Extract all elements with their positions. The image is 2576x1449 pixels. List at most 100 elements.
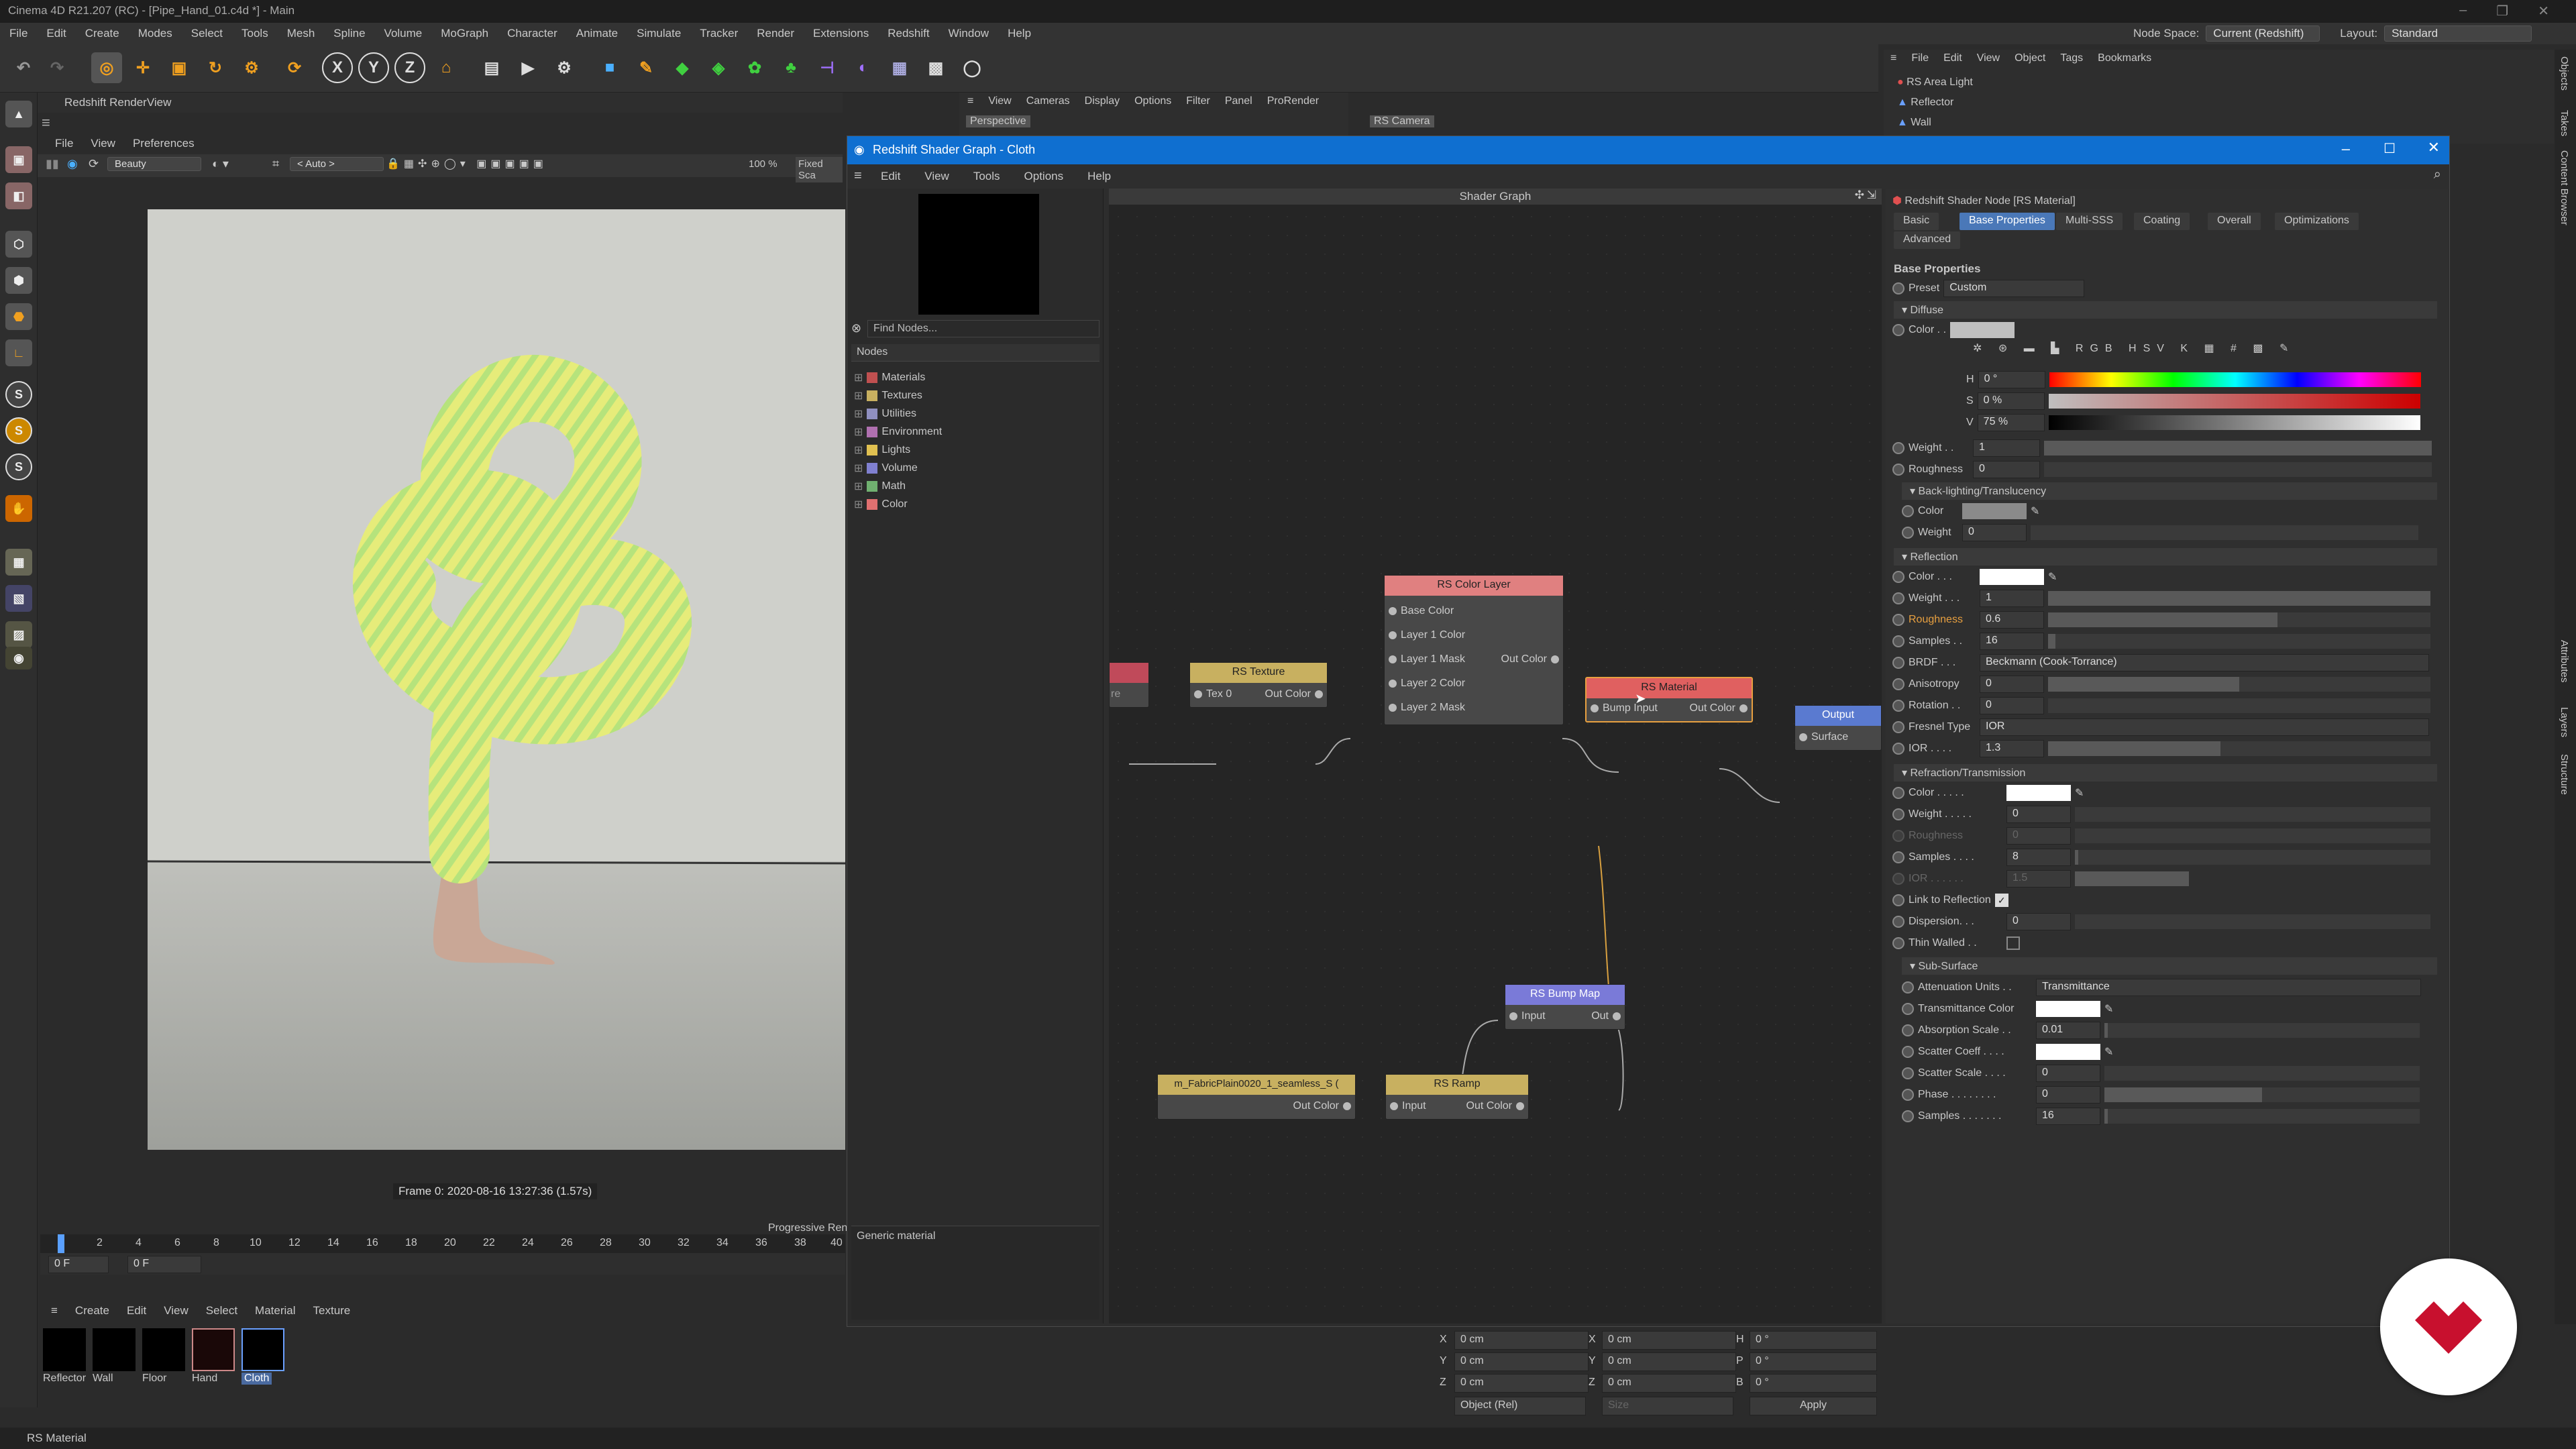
close-icon[interactable]: ✕: [2538, 3, 2549, 23]
position-x-field[interactable]: 0 cm: [1454, 1331, 1589, 1350]
object-row[interactable]: ● RS Area Light: [1897, 76, 1973, 89]
keyframe-icon[interactable]: [1892, 614, 1904, 626]
keyframe-icon[interactable]: [1892, 937, 1904, 949]
hue-slider[interactable]: [2049, 372, 2421, 387]
recent-tools-icon[interactable]: ⚙: [236, 52, 267, 83]
diffuse-roughness-field[interactable]: 0: [1973, 461, 2040, 478]
menu-file[interactable]: File: [0, 27, 37, 40]
obj-menu-tags[interactable]: Tags: [2060, 52, 2083, 64]
mat-menu-select[interactable]: Select: [206, 1304, 237, 1318]
absorption-field[interactable]: 0.01: [2036, 1022, 2100, 1039]
phase-field[interactable]: 0: [2036, 1086, 2100, 1104]
obj-menu-view[interactable]: View: [1977, 52, 2000, 64]
keyframe-icon[interactable]: [1892, 464, 1904, 476]
material-name[interactable]: Hand: [192, 1373, 217, 1385]
node-category-item[interactable]: ⊞ Math: [854, 477, 1095, 495]
cube-icon[interactable]: ■: [594, 52, 625, 83]
undo-icon[interactable]: ↶: [8, 52, 39, 83]
port-out-color[interactable]: Out Color: [1690, 702, 1752, 714]
tab-overall[interactable]: Overall: [2208, 213, 2261, 230]
keyframe-icon[interactable]: [1902, 1110, 1914, 1122]
apply-button[interactable]: Apply: [1750, 1397, 1877, 1415]
keyframe-icon[interactable]: [1892, 635, 1904, 647]
axis-icon[interactable]: ▧: [5, 585, 32, 612]
layer-icon[interactable]: ◉: [5, 647, 32, 669]
node-space-dropdown[interactable]: Current (Redshift): [2206, 25, 2320, 42]
mat-menu-view[interactable]: View: [164, 1304, 189, 1318]
tab-base-properties[interactable]: Base Properties: [1960, 213, 2055, 230]
brdf-dropdown[interactable]: Beckmann (Cook-Torrance): [1980, 654, 2429, 672]
tab-basic[interactable]: Basic: [1894, 213, 1939, 230]
scatter-coeff-swatch[interactable]: [2036, 1044, 2100, 1060]
keyframe-icon[interactable]: [1892, 743, 1904, 755]
keyframe-icon[interactable]: [1892, 678, 1904, 690]
scatter-scale-field[interactable]: 0: [2036, 1065, 2100, 1082]
node-category-item[interactable]: ⊞ Environment: [854, 423, 1095, 441]
color-picker-modes[interactable]: ✲ ⊛ ▬ ▙ RGB HSV K ▦ # ▩ ✎: [1973, 341, 2295, 355]
minimize-icon[interactable]: –: [2342, 140, 2350, 158]
port-out-color[interactable]: Out Color: [1501, 653, 1563, 665]
keyframe-icon[interactable]: [1892, 442, 1904, 454]
material-swatch[interactable]: [93, 1328, 136, 1371]
find-nodes-input[interactable]: Find Nodes...: [867, 320, 1099, 337]
menu-edit[interactable]: Edit: [37, 27, 75, 40]
expand-icon[interactable]: ⊞: [854, 425, 863, 439]
phase-slider[interactable]: [2104, 1087, 2420, 1102]
current-frame-field[interactable]: 0 F: [48, 1256, 109, 1273]
refl-roughness-slider[interactable]: [2048, 612, 2430, 627]
keyframe-icon[interactable]: [1892, 592, 1904, 604]
make-editable-icon[interactable]: ▲: [5, 101, 32, 127]
rs-ramp-node[interactable]: RS Ramp Input Out Color: [1385, 1074, 1529, 1120]
expand-icon[interactable]: ⊞: [854, 371, 863, 384]
vp-menu-filter[interactable]: Filter: [1186, 95, 1210, 107]
atten-units-dropdown[interactable]: Transmittance: [2036, 979, 2421, 996]
backlight-color-swatch[interactable]: [1962, 503, 2027, 519]
edges-mode-icon[interactable]: ⬢: [5, 267, 32, 294]
node-graph-canvas[interactable]: Shader Graph ✣ ⇲ re RS Texture Tex 0 Out…: [1109, 189, 1882, 1324]
snap-settings-icon[interactable]: S: [5, 417, 32, 444]
port-input[interactable]: Input: [1505, 1010, 1546, 1022]
camera-icon[interactable]: ▩: [920, 52, 951, 83]
thin-walled-checkbox[interactable]: [2006, 936, 2020, 950]
keyframe-icon[interactable]: [1902, 1024, 1914, 1036]
menu-render[interactable]: Render: [747, 27, 804, 40]
keyframe-icon[interactable]: [1892, 657, 1904, 669]
material-name-selected[interactable]: Cloth: [241, 1373, 272, 1385]
backlight-weight-field[interactable]: 0: [1962, 524, 2027, 541]
tab-takes[interactable]: Takes: [2559, 110, 2570, 136]
hue-field[interactable]: 0 °: [1978, 371, 2045, 388]
keyframe-icon[interactable]: [1892, 282, 1904, 294]
rotation-field[interactable]: 0: [1980, 697, 2044, 714]
ior-slider[interactable]: [2048, 741, 2430, 756]
menu-help[interactable]: Help: [998, 27, 1040, 40]
move-icon[interactable]: ✛: [127, 52, 158, 83]
port-base-color[interactable]: Base Color: [1385, 605, 1454, 617]
keyframe-icon[interactable]: [1902, 1003, 1914, 1015]
hamburger-icon[interactable]: ≡: [854, 168, 862, 184]
refr-ior-slider[interactable]: [2075, 871, 2189, 886]
backlight-weight-slider[interactable]: [2031, 525, 2418, 540]
hamburger-icon[interactable]: ≡: [42, 114, 58, 131]
sg-menu-tools[interactable]: Tools: [973, 170, 1000, 183]
position-y-field[interactable]: 0 cm: [1454, 1352, 1589, 1371]
playhead[interactable]: [58, 1234, 64, 1253]
object-row[interactable]: ▲ Reflector: [1897, 97, 1953, 109]
expand-icon[interactable]: ⊞: [854, 389, 863, 402]
sg-menu-view[interactable]: View: [924, 170, 949, 183]
port-out-color[interactable]: Out Color: [1466, 1100, 1528, 1112]
rv-tool-icons[interactable]: 🔒▦✣⊕◯▾ ▣▣▣▣▣: [386, 157, 547, 170]
menu-extensions[interactable]: Extensions: [804, 27, 878, 40]
refl-weight-field[interactable]: 1: [1980, 590, 2044, 607]
value-slider[interactable]: [2048, 415, 2420, 430]
live-select-icon[interactable]: ◎: [91, 52, 122, 83]
keyframe-icon[interactable]: [1892, 787, 1904, 799]
menu-simulate[interactable]: Simulate: [627, 27, 690, 40]
rotation-b-field[interactable]: 0 °: [1750, 1374, 1877, 1393]
material-name[interactable]: Wall: [93, 1373, 113, 1385]
vp-menu-panel[interactable]: Panel: [1225, 95, 1252, 107]
rs-material-node[interactable]: RS Material Bump Input Out Color: [1585, 677, 1753, 722]
display-icon[interactable]: ◐ ▾: [212, 157, 229, 171]
rotation-p-field[interactable]: 0 °: [1750, 1352, 1877, 1371]
pen-icon[interactable]: ✎: [631, 52, 661, 83]
eyedropper-icon[interactable]: ✎: [2104, 1045, 2113, 1059]
